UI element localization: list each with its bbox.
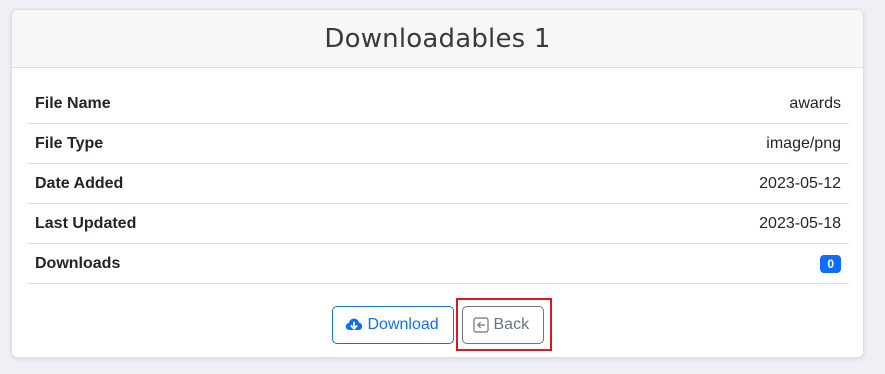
- file-name-label: File Name: [35, 94, 111, 112]
- download-button-label: Download: [367, 316, 439, 333]
- last-updated-value: 2023-05-18: [759, 214, 841, 232]
- file-name-value: awards: [789, 94, 841, 112]
- arrow-left-square-icon: [472, 317, 489, 333]
- last-updated-label: Last Updated: [35, 214, 137, 232]
- action-buttons: Download Back: [12, 306, 863, 344]
- download-button[interactable]: Download: [331, 306, 454, 344]
- details-table: File Name awards File Type image/png Dat…: [27, 84, 849, 284]
- back-button-label: Back: [493, 316, 530, 333]
- back-button[interactable]: Back: [461, 306, 544, 344]
- downloads-row: Downloads 0: [27, 244, 849, 284]
- date-added-value: 2023-05-12: [759, 174, 841, 192]
- page-title: Downloadables 1: [324, 23, 551, 54]
- card-header: Downloadables 1: [12, 10, 863, 68]
- file-type-row: File Type image/png: [27, 124, 849, 164]
- date-added-row: Date Added 2023-05-12: [27, 164, 849, 204]
- last-updated-row: Last Updated 2023-05-18: [27, 204, 849, 244]
- file-type-label: File Type: [35, 134, 104, 152]
- date-added-label: Date Added: [35, 174, 124, 192]
- downloads-count-badge: 0: [820, 254, 841, 273]
- downloads-label: Downloads: [35, 254, 121, 272]
- file-name-row: File Name awards: [27, 84, 849, 124]
- cloud-download-icon: [345, 317, 363, 333]
- file-type-value: image/png: [766, 134, 841, 152]
- downloadable-card: Downloadables 1 File Name awards File Ty…: [11, 9, 864, 358]
